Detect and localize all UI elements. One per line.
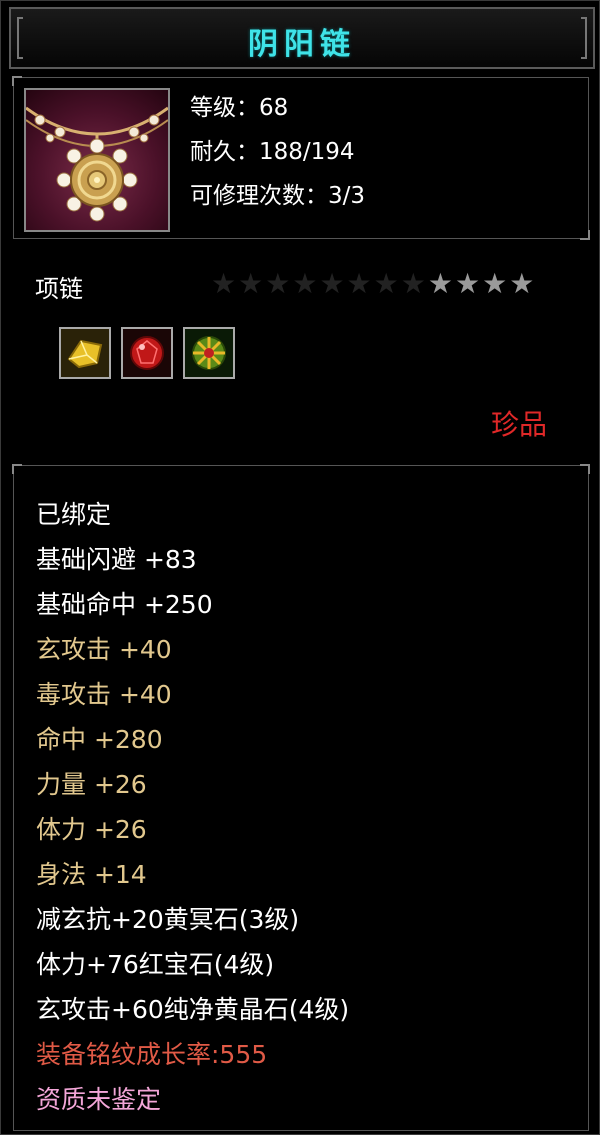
attribute-line: 基础命中 +250	[36, 590, 213, 619]
attribute-line: 力量 +26	[36, 770, 147, 799]
necklace-icon[interactable]	[24, 88, 170, 232]
star-empty-icon: ★	[319, 267, 347, 300]
attribute-line: 毒攻击 +40	[36, 680, 172, 709]
attribute-line: 玄攻击+60纯净黄晶石(4级)	[36, 995, 350, 1024]
level-line: 等级：68	[190, 95, 289, 121]
star-lit-icon: ★	[454, 267, 483, 300]
item-name: 阴阳链	[248, 27, 356, 62]
item-tooltip: 阴阳链 等级：68 耐久：188/194 可修理次数：3/3 项链 ★★★★★★…	[0, 0, 600, 1135]
star-lit-icon: ★	[427, 267, 455, 300]
attribute-line: 装备铭纹成长率:555	[36, 1040, 268, 1069]
rarity-label: 珍品	[491, 408, 548, 441]
item-type: 项链	[35, 275, 83, 303]
star-empty-icon: ★	[211, 267, 239, 300]
attribute-panel: 已绑定基础闪避 +83 基础命中 +250 玄攻击 +40 毒攻击 +40 命中 +28…	[12, 464, 590, 1131]
item-stats: 等级：68 耐久：188/194 可修理次数：3/3	[190, 86, 365, 218]
star-lit-icon: ★	[509, 267, 537, 300]
green-gold-gem-icon[interactable]	[183, 327, 235, 379]
attribute-list: 已绑定基础闪避 +83 基础命中 +250 玄攻击 +40 毒攻击 +40 命中 +28…	[36, 492, 349, 1122]
star-lit-icon: ★	[482, 267, 510, 300]
item-header-panel: 等级：68 耐久：188/194 可修理次数：3/3	[12, 76, 590, 240]
durability-line: 耐久：188/194	[190, 139, 355, 165]
attribute-line: 身法 +14	[36, 860, 147, 889]
attribute-line: 玄攻击 +40	[36, 635, 172, 664]
attribute-line: 命中 +280	[36, 725, 163, 754]
star-empty-icon: ★	[373, 267, 401, 300]
yellow-gem-icon[interactable]	[59, 327, 111, 379]
star-empty-icon: ★	[265, 267, 293, 300]
attribute-line: 资质未鉴定	[36, 1085, 162, 1114]
star-empty-icon: ★	[292, 267, 320, 300]
attribute-line: 体力 +26	[36, 815, 147, 844]
star-empty-icon: ★	[238, 267, 266, 300]
attribute-line: 体力+76红宝石(4级)	[36, 950, 275, 979]
title-bar: 阴阳链	[9, 7, 595, 69]
star-empty-icon: ★	[400, 267, 428, 300]
attribute-line: 已绑定	[36, 500, 112, 529]
attribute-line: 基础闪避 +83	[36, 545, 197, 574]
star-rating: ★★★★★★★★★★★★	[211, 267, 536, 300]
repair-count-line: 可修理次数：3/3	[190, 183, 366, 209]
red-gem-icon[interactable]	[121, 327, 173, 379]
attribute-line: 减玄抗+20黄冥石(3级)	[36, 905, 300, 934]
star-empty-icon: ★	[346, 267, 374, 300]
